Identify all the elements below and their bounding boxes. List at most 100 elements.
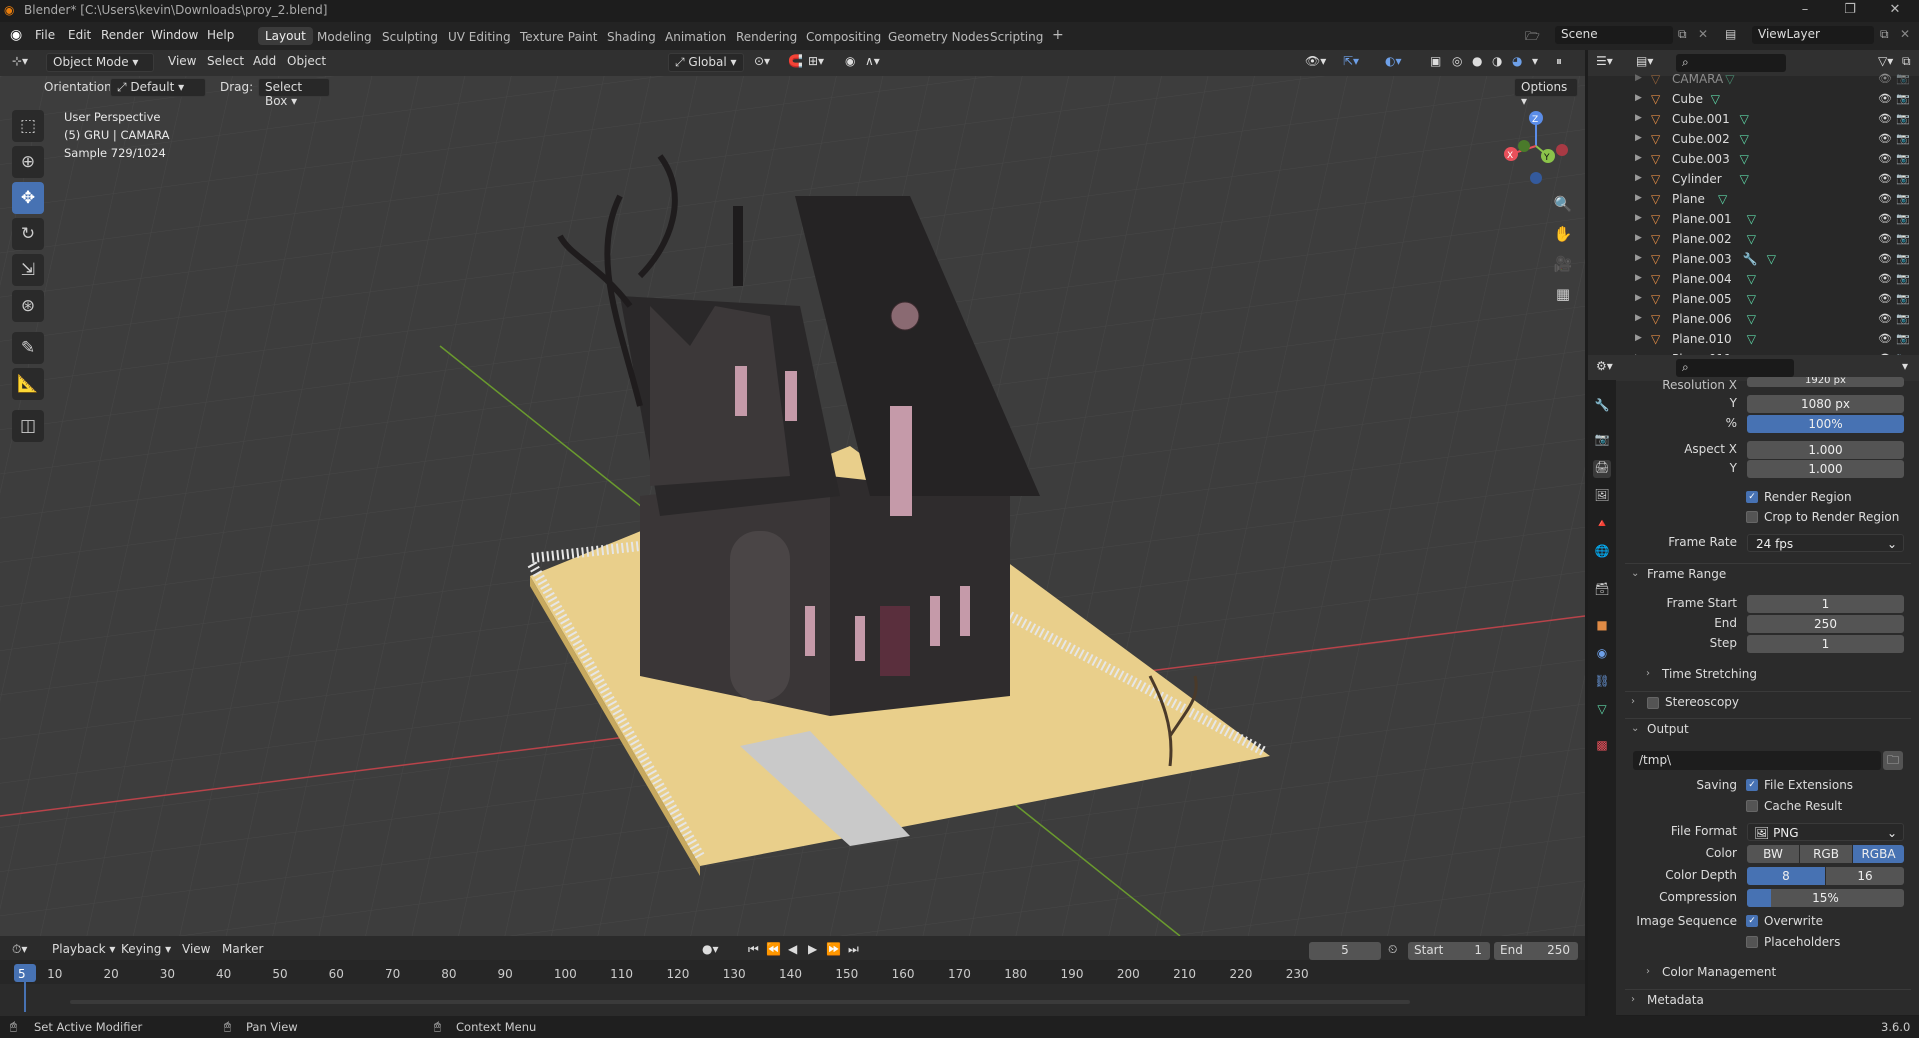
mesh-data-icon[interactable]: ▽ [1740,112,1749,126]
outliner-item[interactable]: ▶ ▽ Cube ▽ 👁 📷 [1588,90,1919,110]
mesh-data-icon[interactable]: ▽ [1711,92,1720,106]
outliner-item-name[interactable]: Cube.002 [1672,132,1730,146]
new-scene-icon[interactable]: ⧉ [1678,27,1687,42]
timeline-menu-keying[interactable]: Keying ▾ [121,942,171,956]
render-camera-icon[interactable]: 📷 [1896,112,1910,125]
expand-arrow-icon[interactable]: ▶ [1635,213,1642,223]
timeline-menu-marker[interactable]: Marker [222,942,263,956]
output-panel[interactable]: ⌄ Output [1625,718,1911,742]
transform-orientation-dropdown[interactable]: ⤢ Global ▾ [668,53,744,72]
ortho-grid-icon[interactable]: ▦ [1551,282,1575,306]
depth-16-button[interactable]: 16 [1826,867,1904,885]
menu-file[interactable]: File [35,28,55,42]
file-format-dropdown[interactable]: 🖼 PNG ⌄ [1747,823,1904,841]
expand-arrow-icon[interactable]: ▶ [1635,233,1642,243]
pan-hand-icon[interactable]: ✋ [1551,222,1575,246]
aspect-y-field[interactable]: 1.000 [1747,460,1904,478]
tab-uv-editing[interactable]: UV Editing [448,30,511,44]
camera-view-icon[interactable]: 🎥 [1551,252,1575,276]
render-camera-icon[interactable]: 📷 [1896,152,1910,165]
metadata-panel[interactable]: › Metadata [1625,989,1911,1013]
orientation-dropdown[interactable]: ⤢ Default ▾ [110,78,206,97]
mode-dropdown[interactable]: Object Mode ▾ [46,53,154,72]
visibility-eye-icon[interactable]: 👁 [1878,192,1892,205]
outliner-item-name[interactable]: Cylinder [1672,172,1722,186]
world-tab-icon[interactable]: 🌐 [1593,544,1611,562]
color-rgb-button[interactable]: RGB [1800,845,1852,863]
render-tab-icon[interactable]: 📷 [1593,432,1611,450]
frame-rate-dropdown[interactable]: 24 fps ⌄ [1747,534,1904,552]
filter-icon[interactable]: ▽▾ [1878,54,1893,68]
render-camera-icon[interactable]: 📷 [1896,232,1910,245]
shading-material-icon[interactable]: ◑ [1492,54,1502,68]
shading-solid-icon[interactable]: ● [1472,54,1482,68]
new-view-layer-icon[interactable]: ⧉ [1880,27,1889,42]
scene-tab-icon[interactable]: 🔺 [1593,516,1611,534]
placeholders-checkbox[interactable] [1746,936,1758,948]
outliner-item-name[interactable]: Plane.001 [1672,212,1732,226]
expand-arrow-icon[interactable]: ▶ [1635,293,1642,303]
visibility-eye-icon[interactable]: 👁 [1878,292,1892,305]
render-camera-icon[interactable]: 📷 [1896,212,1910,225]
falloff-icon[interactable]: ∧▾ [865,54,880,68]
outliner-item[interactable]: ▶ ▽ Cube.001 ▽ 👁 📷 [1588,110,1919,130]
compression-slider[interactable]: 15% [1747,889,1904,907]
expand-arrow-icon[interactable]: ▶ [1635,193,1642,203]
stereoscopy-checkbox[interactable] [1647,697,1659,709]
outliner-item[interactable]: ▶ ▽ Cylinder ▽ 👁 📷 [1588,170,1919,190]
physics-tab-icon[interactable]: ◉ [1593,646,1611,664]
output-path-input[interactable]: /tmp\ [1633,751,1881,770]
render-camera-icon[interactable]: 📷 [1896,312,1910,325]
current-frame-field[interactable]: 5 [1309,942,1381,960]
visibility-eye-icon[interactable]: 👁 [1878,212,1892,225]
render-camera-icon[interactable]: 📷 [1896,252,1910,265]
start-frame-field[interactable]: Start 1 [1408,942,1490,960]
properties-options-icon[interactable]: ▾ [1902,359,1908,373]
annotate-tool[interactable]: ✎ [12,332,44,364]
outliner-item-name[interactable]: Plane.010 [1672,332,1732,346]
resolution-x-field[interactable]: 1920 px [1747,377,1904,387]
visibility-eye-icon[interactable]: 👁 [1878,232,1892,245]
visibility-eye-icon[interactable]: 👁 [1878,332,1892,345]
render-camera-icon[interactable]: 📷 [1896,332,1910,345]
frame-step-field[interactable]: 1 [1747,635,1904,653]
move-tool[interactable]: ✥ [12,182,44,214]
rotate-tool[interactable]: ↻ [12,218,44,250]
resolution-percent-field[interactable]: 100% [1747,415,1904,433]
mesh-data-icon[interactable]: ▽ [1747,232,1756,246]
render-region-checkbox[interactable]: ✓ [1746,491,1758,503]
visibility-eye-icon[interactable]: 👁 [1878,312,1892,325]
visibility-eye-icon[interactable]: 👁 [1878,252,1892,265]
mesh-data-icon[interactable]: ▽ [1718,192,1727,206]
scene-icon[interactable]: 🗁 [1525,27,1540,48]
outliner-item[interactable]: ▶ ▽ Plane.010 ▽ 👁 📷 [1588,330,1919,350]
menu-object[interactable]: Object [287,54,326,68]
time-stretching-panel[interactable]: › Time Stretching [1640,664,1910,688]
options-dropdown[interactable]: Options ▾ [1514,78,1578,108]
display-mode-icon[interactable]: ▤▾ [1636,54,1653,68]
add-cube-tool[interactable]: ◫ [12,410,44,442]
drag-dropdown[interactable]: Select Box ▾ [258,78,330,108]
delete-view-layer-icon[interactable]: ✕ [1900,27,1910,41]
tab-texture-paint[interactable]: Texture Paint [520,30,597,44]
outliner-item[interactable]: ▶ ▽ Plane.003 🔧 ▽ 👁 📷 [1588,250,1919,270]
data-tab-icon[interactable]: ▽ [1593,702,1611,720]
expand-arrow-icon[interactable]: ▶ [1635,93,1642,103]
play-icon[interactable]: ▶ [808,942,817,956]
outliner-item[interactable]: ▶ ▽ CAMARA ▽ 👁 📷 [1588,70,1919,90]
output-tab-icon[interactable]: 🖨 [1593,460,1611,478]
cache-result-checkbox[interactable] [1746,800,1758,812]
expand-arrow-icon[interactable]: ▶ [1635,273,1642,283]
outliner-item-name[interactable]: Plane [1672,192,1705,206]
visibility-icon[interactable]: 👁▾ [1305,54,1326,68]
tab-shading[interactable]: Shading [607,30,656,44]
scene-name-field[interactable]: Scene [1555,26,1673,44]
pivot-icon[interactable]: ⊙▾ [754,54,770,68]
menu-render[interactable]: Render [101,28,144,42]
tab-rendering[interactable]: Rendering [736,30,797,44]
timeline-menu-view[interactable]: View [182,942,210,956]
navigation-gizmo[interactable]: Z X Y [1496,106,1576,186]
outliner-item[interactable]: ▶ ▽ Plane.001 ▽ 👁 📷 [1588,210,1919,230]
outliner-item-name[interactable]: Plane.003 [1672,252,1732,266]
visibility-eye-icon[interactable]: 👁 [1878,132,1892,145]
